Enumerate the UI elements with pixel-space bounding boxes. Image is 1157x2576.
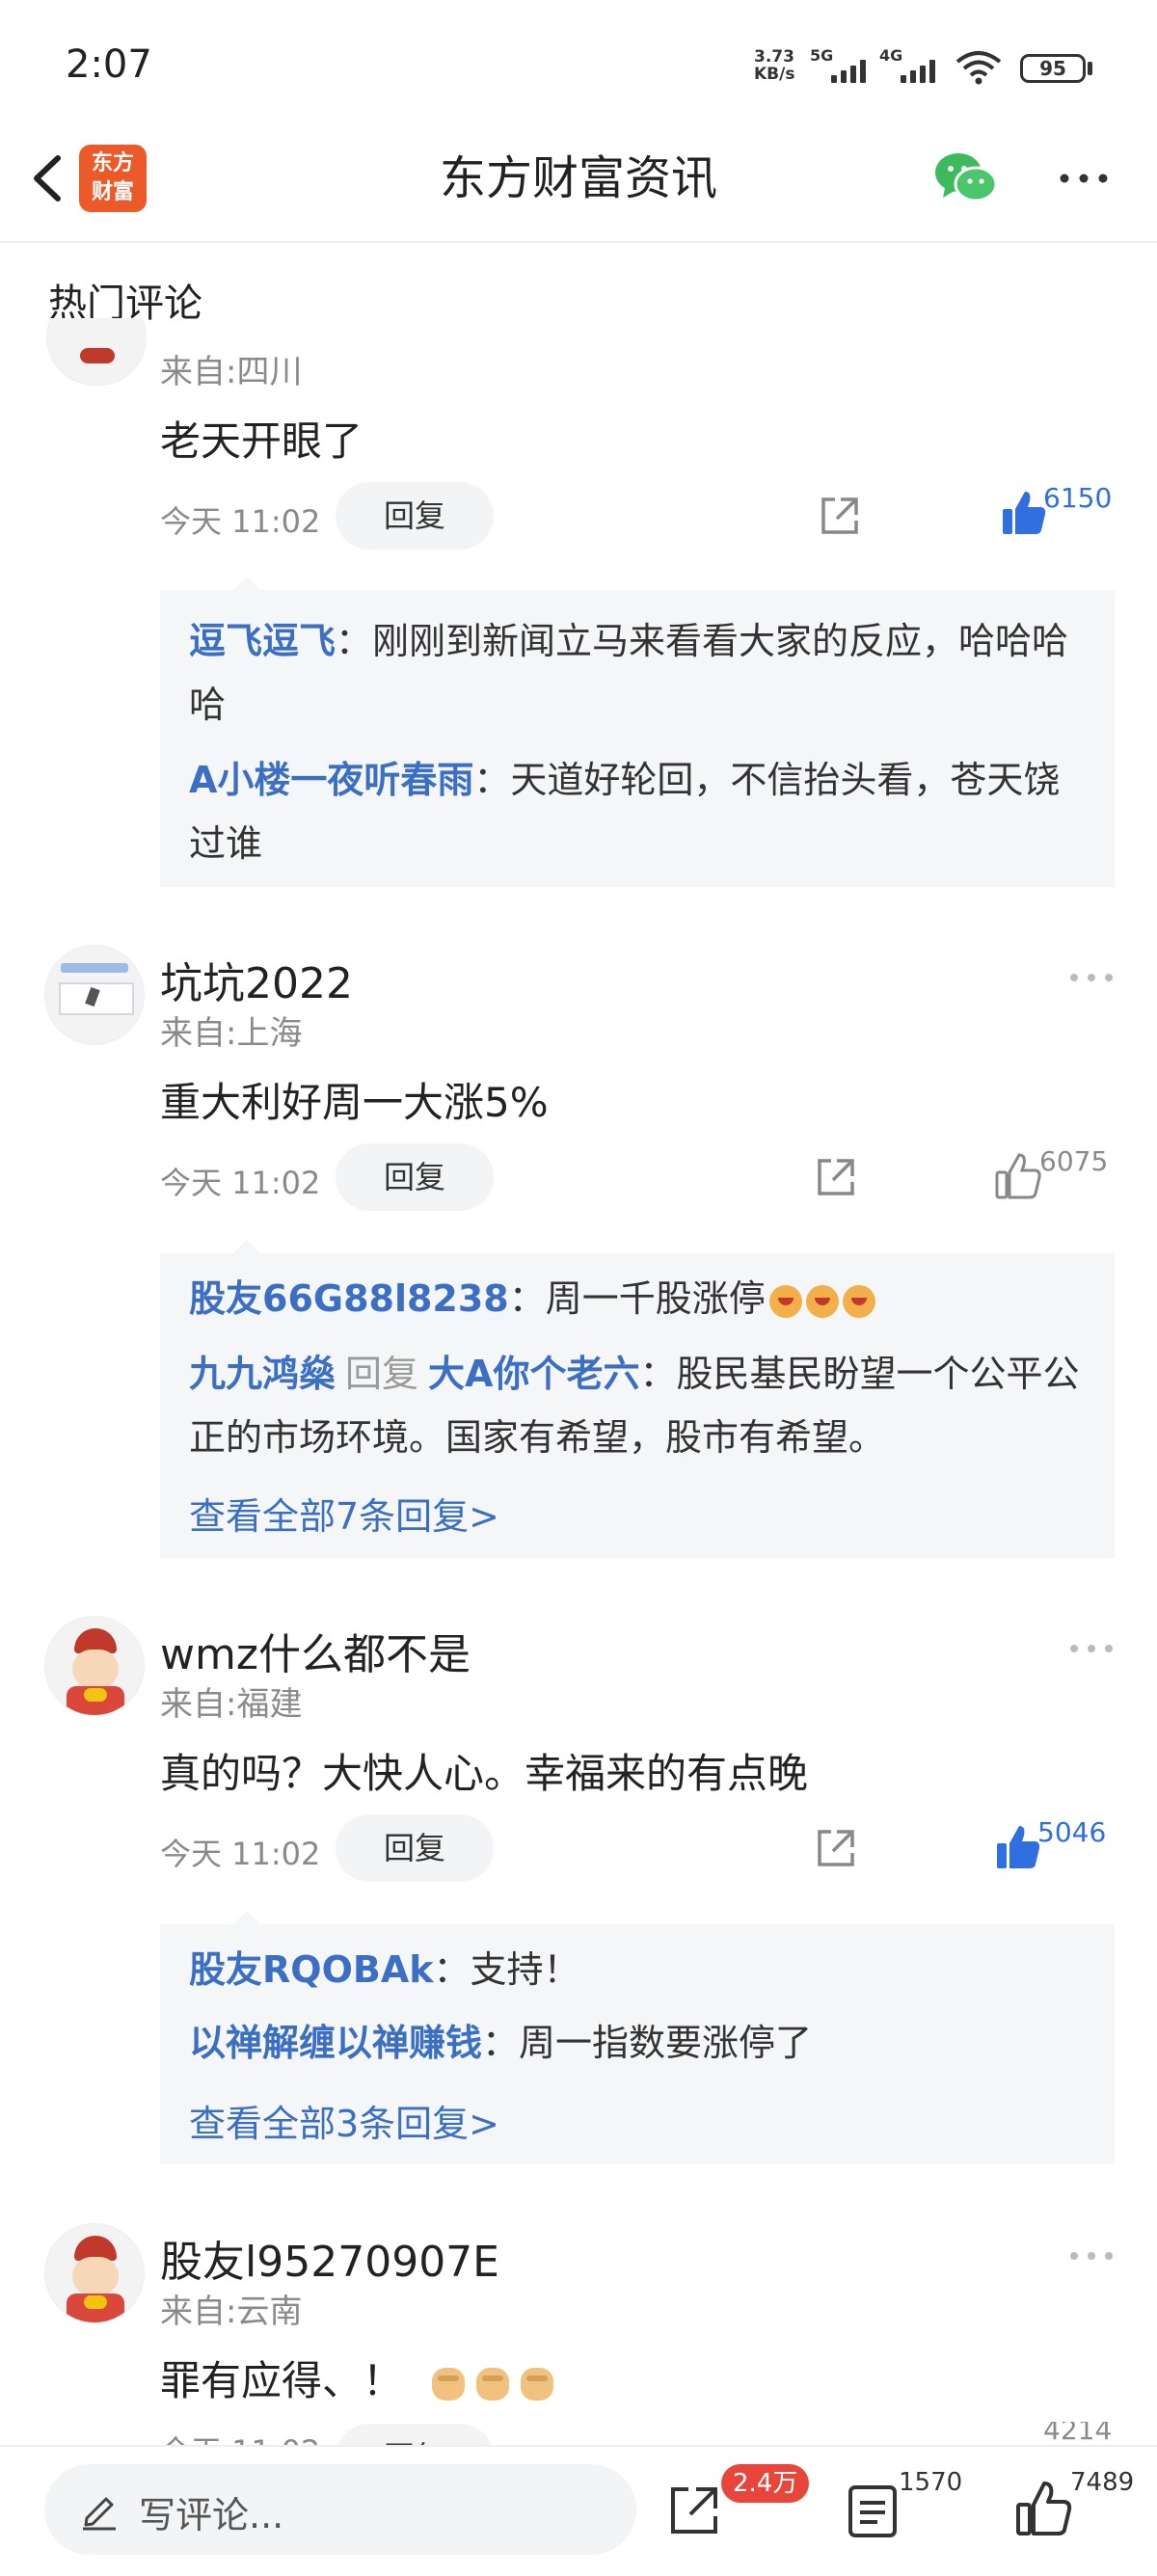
fist-emoji-icon xyxy=(432,2367,466,2401)
comment-content: 罪有应得、！ xyxy=(160,2348,554,2407)
reply-line: 股友66G88l8238：周一千股涨停 xyxy=(189,1267,1090,1330)
view-all-replies-link[interactable]: 查看全部3条回复> xyxy=(189,2094,499,2147)
share-icon[interactable] xyxy=(812,1153,860,1201)
comment-time: 今天 11:02 xyxy=(160,1836,321,1872)
comments-list-icon[interactable] xyxy=(845,2482,901,2541)
like-count: 4214 xyxy=(1043,2422,1113,2445)
comment-username[interactable]: 坑坑2022 xyxy=(160,949,353,1010)
comment-time: 今天 11:02 xyxy=(160,2428,320,2445)
comment-time: 今天 11:02 xyxy=(160,1165,321,1201)
comment-more-icon[interactable] xyxy=(1068,968,1115,987)
reply-to-label: 回复 xyxy=(345,1353,419,1395)
reply-target-username[interactable]: 大A你个老六 xyxy=(428,1353,639,1395)
avatar[interactable] xyxy=(44,1616,145,1716)
comment-content: 老天开眼了 xyxy=(160,417,363,465)
likes-count: 7489 xyxy=(1070,2468,1135,2497)
signal-5g-label: 5G xyxy=(810,46,834,65)
reply-text: ：周一指数要涨停了 xyxy=(482,2022,813,2064)
comment-username[interactable]: wmz什么都不是 xyxy=(160,1620,471,1681)
thumbs-up-icon[interactable] xyxy=(1012,2478,1074,2539)
signal-5g-icon xyxy=(831,56,866,83)
fist-emoji-icon xyxy=(521,2367,554,2401)
battery-indicator: 95 xyxy=(1020,54,1086,83)
emoji-icon xyxy=(842,1284,875,1318)
avatar[interactable] xyxy=(44,945,145,1045)
comment-more-icon[interactable] xyxy=(1068,2246,1115,2266)
reply-username[interactable]: 以禅解缠以禅赚钱 xyxy=(189,2022,482,2064)
emoji-icon xyxy=(768,1284,802,1318)
comment-content: 真的吗？大快人心。幸福来的有点晚 xyxy=(160,1750,809,1797)
battery-tip xyxy=(1088,62,1092,75)
avatar[interactable] xyxy=(44,2223,145,2323)
emoji-icon xyxy=(805,1284,839,1318)
reply-username[interactable]: 逗飞逗飞 xyxy=(189,620,336,662)
comment-location: 来自:四川 xyxy=(160,353,303,391)
comment-username[interactable]: 股友l95270907E xyxy=(160,2227,499,2289)
comment-location: 来自:云南 xyxy=(160,2293,303,2331)
reply-box: 股友66G88l8238：周一千股涨停 九九鸿燊 回复 大A你个老六：股民基民盼望一… xyxy=(160,1240,1115,1558)
signal-4g-label: 4G xyxy=(879,46,903,65)
reply-username[interactable]: 九九鸿燊 xyxy=(189,1353,336,1395)
status-time: 2:07 xyxy=(66,42,152,87)
reply-username[interactable]: 股友RQOBAk xyxy=(189,1948,434,1991)
thumbs-up-filled-icon[interactable] xyxy=(993,1822,1043,1872)
reply-line: 九九鸿燊 回复 大A你个老六：股民基民盼望一个公平公正的市场环境。国家有希望，股市有… xyxy=(189,1342,1090,1469)
reply-button[interactable]: 回复 xyxy=(336,482,494,550)
like-count: 5046 xyxy=(1037,1816,1107,1848)
comment-input[interactable] xyxy=(44,2464,636,2555)
reply-text: ：支持！ xyxy=(433,1948,580,1991)
share-icon[interactable] xyxy=(816,492,864,540)
reply-button[interactable]: 回复 xyxy=(336,1814,494,1882)
comment-content: 重大利好周一大涨5% xyxy=(160,1079,549,1126)
comment-text: 罪有应得、！ xyxy=(160,2357,404,2404)
reply-text: ：周一千股涨停 xyxy=(508,1277,766,1320)
share-icon[interactable] xyxy=(812,1824,860,1872)
clipped-comment-footer: 今天 11:02 回复 4214 xyxy=(0,2422,1157,2445)
wifi-icon xyxy=(955,51,1002,85)
thumbs-up-icon[interactable] xyxy=(993,1151,1043,1201)
reply-line: A小楼一夜听春雨：天道好轮回，不信抬头看，苍天饶过谁 xyxy=(189,748,1090,875)
comment-location: 来自:上海 xyxy=(160,1014,303,1053)
like-count: 6150 xyxy=(1043,482,1113,514)
view-all-replies-link[interactable]: 查看全部7条回复> xyxy=(189,1487,499,1540)
comments-count: 1570 xyxy=(899,2468,963,2497)
network-speed: 3.73 KB/s xyxy=(754,48,794,83)
share-count-badge: 2.4万 xyxy=(721,2464,810,2503)
network-speed-value: 3.73 xyxy=(754,47,794,67)
like-count: 6075 xyxy=(1039,1145,1109,1177)
reply-line: 股友RQOBAk：支持！ xyxy=(189,1938,1090,2001)
share-icon[interactable] xyxy=(665,2480,725,2539)
network-speed-unit: KB/s xyxy=(754,65,795,84)
fist-emoji-icon xyxy=(476,2367,510,2401)
reply-box: 逗飞逗飞：刚刚到新闻立马来看看大家的反应，哈哈哈哈 A小楼一夜听春雨：天道好轮回… xyxy=(160,577,1115,887)
signal-4g-icon xyxy=(901,56,935,83)
wechat-share-icon[interactable] xyxy=(933,149,997,207)
comment-time: 今天 11:02 xyxy=(160,503,321,540)
comment-input-placeholder: 写评论... xyxy=(139,2494,284,2536)
reply-username[interactable]: 股友66G88l8238 xyxy=(189,1277,509,1320)
pencil-icon xyxy=(83,2497,116,2531)
comment-location: 来自:福建 xyxy=(160,1685,303,1724)
reply-button[interactable]: 回复 xyxy=(336,1143,494,1211)
reply-line: 逗飞逗飞：刚刚到新闻立马来看看大家的反应，哈哈哈哈 xyxy=(189,609,1090,737)
thumbs-up-filled-icon[interactable] xyxy=(999,488,1049,538)
reply-button[interactable]: 回复 xyxy=(336,2424,494,2445)
reply-box: 股友RQOBAk：支持！ 以禅解缠以禅赚钱：周一指数要涨停了 查看全部3条回复> xyxy=(160,1911,1115,2163)
more-options-icon[interactable] xyxy=(1055,154,1113,202)
reply-line: 以禅解缠以禅赚钱：周一指数要涨停了 xyxy=(189,2011,1090,2075)
comment-more-icon[interactable] xyxy=(1068,1639,1115,1658)
reply-username[interactable]: A小楼一夜听春雨 xyxy=(189,759,473,801)
